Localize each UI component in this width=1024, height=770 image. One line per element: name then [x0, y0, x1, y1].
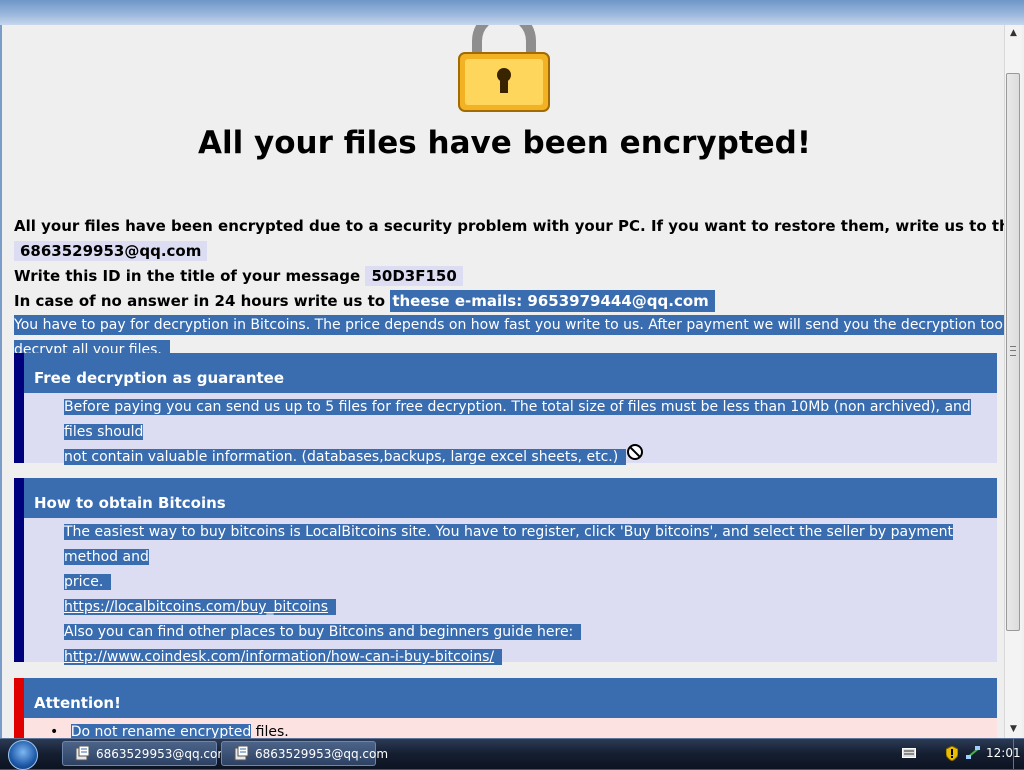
list-item: • Do not rename encrypted files.	[50, 724, 289, 738]
box-text: Also you can find other places to buy Bi…	[64, 624, 582, 640]
box-header: Free decryption as guarantee	[24, 353, 997, 393]
box-text: files.	[251, 724, 289, 738]
contact-email: 6863529953@qq.com	[14, 241, 208, 261]
scroll-thumb[interactable]	[1006, 73, 1020, 631]
taskbar: 6863529953@qq.com 6863529953@qq.com 12:0…	[0, 738, 1024, 770]
victim-id: 50D3F150	[365, 266, 463, 286]
box-body: Before paying you can send us up to 5 fi…	[64, 395, 997, 470]
intro-text: All your files have been encrypted due t…	[14, 217, 1007, 235]
taskbar-button[interactable]: 6863529953@qq.com	[62, 741, 229, 766]
box-text: The easiest way to buy bitcoins is Local…	[64, 524, 954, 565]
box-header: Attention!	[24, 678, 997, 718]
keyboard-icon[interactable]	[902, 748, 916, 758]
show-desktop-button[interactable]	[1013, 739, 1024, 769]
grip-icon	[1010, 346, 1016, 356]
box-text: Do not rename encrypted	[70, 724, 252, 738]
taskbar-button-label: 6863529953@qq.com	[255, 747, 389, 761]
shield-icon[interactable]	[946, 746, 958, 761]
network-icon[interactable]	[966, 746, 980, 760]
scroll-down-arrow-icon[interactable]: ▼	[1005, 721, 1022, 738]
box-title: Attention!	[34, 694, 121, 712]
obtain-bitcoins-box: How to obtain Bitcoins The easiest way t…	[14, 478, 997, 665]
contact-email-row: 6863529953@qq.com	[14, 241, 208, 261]
fallback-emails: theese e-mails: 9653979444@qq.com	[390, 290, 715, 312]
fallback-row: In case of no answer in 24 hours write u…	[14, 290, 715, 312]
box-accent-bar	[14, 353, 24, 463]
id-prompt: Write this ID in the title of your messa…	[14, 267, 361, 285]
window-title-strip	[0, 0, 1024, 25]
email-app-icon	[75, 746, 90, 761]
payment-text-1: You have to pay for decryption in Bitcoi…	[14, 315, 1007, 335]
box-title: How to obtain Bitcoins	[34, 494, 226, 512]
no-entry-cursor-icon	[627, 444, 643, 460]
box-accent-bar	[14, 478, 24, 662]
localbitcoins-link[interactable]: https://localbitcoins.com/buy_bitcoins	[64, 599, 337, 615]
taskbar-button-label: 6863529953@qq.com	[96, 747, 230, 761]
box-accent-bar	[14, 678, 24, 738]
vertical-scrollbar[interactable]: ▲ ▼	[1004, 25, 1022, 738]
scroll-up-arrow-icon[interactable]: ▲	[1005, 25, 1022, 42]
start-orb-icon[interactable]	[8, 740, 38, 770]
box-title: Free decryption as guarantee	[34, 369, 285, 387]
browser-window: All your files have been encrypted! All …	[0, 25, 1024, 738]
fallback-prompt: In case of no answer in 24 hours write u…	[14, 292, 386, 310]
system-tray: 12:01 PM	[874, 739, 1024, 769]
coindesk-link[interactable]: http://www.coindesk.com/information/how-…	[64, 649, 503, 665]
free-decryption-box: Free decryption as guarantee Before payi…	[14, 353, 997, 465]
ransom-note-page: All your files have been encrypted! All …	[2, 25, 1007, 738]
box-text: not contain valuable information. (datab…	[64, 449, 627, 465]
box-body: The easiest way to buy bitcoins is Local…	[64, 520, 997, 670]
box-text: Before paying you can send us up to 5 fi…	[64, 399, 971, 440]
page-title: All your files have been encrypted!	[197, 125, 811, 161]
box-text: price.	[64, 574, 112, 590]
attention-box: Attention! • Do not rename encrypted fil…	[14, 678, 997, 738]
box-header: How to obtain Bitcoins	[24, 478, 997, 518]
id-row: Write this ID in the title of your messa…	[14, 266, 463, 286]
box-body: • Do not rename encrypted files.	[50, 720, 997, 738]
email-app-icon	[234, 746, 249, 761]
lock-icon	[458, 25, 550, 112]
taskbar-button[interactable]: 6863529953@qq.com	[221, 741, 388, 766]
payment-line-1: You have to pay for decryption in Bitcoi…	[14, 315, 1007, 335]
